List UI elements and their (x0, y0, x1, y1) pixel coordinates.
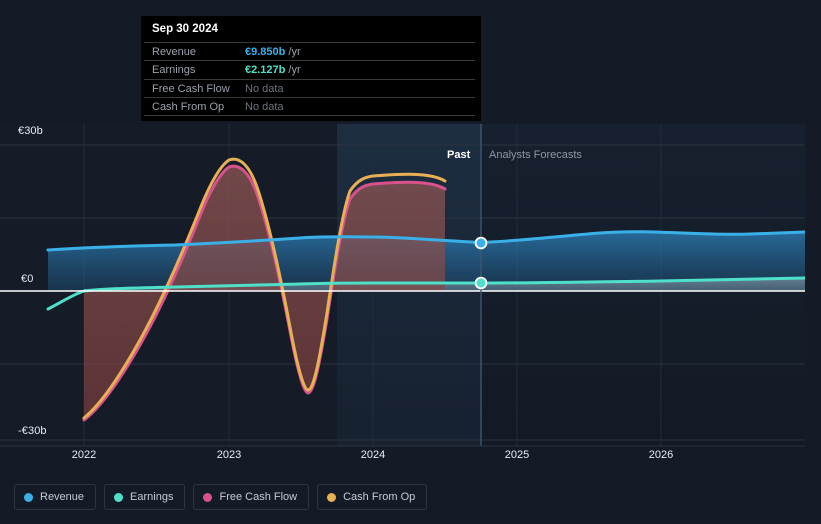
tooltip-label-free-cash-flow: Free Cash Flow (152, 82, 230, 95)
legend-swatch-earnings-icon (114, 492, 124, 502)
legend-item-revenue[interactable]: Revenue (14, 484, 97, 510)
tooltip-row-earnings: Earnings €2.127b /yr (144, 60, 475, 78)
tooltip-value-revenue: €9.850b /yr (245, 46, 301, 58)
x-axis-label-2024: 2024 (360, 449, 386, 461)
chart-legend: Revenue Earnings Free Cash Flow Cash Fro… (14, 484, 428, 510)
legend-label-cash-from-op: Cash From Op (343, 491, 416, 503)
legend-label-revenue: Revenue (40, 491, 85, 503)
tooltip-label-cash-from-op: Cash From Op (152, 100, 225, 113)
legend-item-earnings[interactable]: Earnings (104, 484, 186, 510)
legend-swatch-revenue-icon (24, 492, 33, 502)
x-axis-label-2025: 2025 (504, 449, 530, 461)
legend-swatch-free-cash-flow-icon (203, 492, 213, 502)
legend-item-cash-from-op[interactable]: Cash From Op (317, 484, 428, 510)
tooltip-label-earnings: Earnings (152, 64, 196, 77)
tooltip-value-earnings: €2.127b /yr (245, 64, 301, 76)
legend-label-earnings: Earnings (130, 491, 174, 503)
tooltip-value-revenue-suffix: /yr (285, 46, 301, 58)
x-axis-label-2023: 2023 (216, 449, 242, 461)
hover-marker-earnings[interactable] (474, 276, 488, 290)
hover-marker-revenue[interactable] (474, 236, 488, 250)
tooltip-value-earnings-suffix: /yr (285, 64, 301, 77)
legend-swatch-cash-from-op-icon (327, 492, 337, 502)
legend-item-free-cash-flow[interactable]: Free Cash Flow (193, 484, 310, 510)
y-axis-label-bottom: -€30b (18, 425, 47, 437)
financial-chart: €30b €0 -€30b 2022 2023 2024 2025 2026 P… (0, 0, 821, 524)
chart-tooltip: Sep 30 2024 Revenue €9.850b /yr Earnings… (141, 16, 481, 121)
x-axis-label-2022: 2022 (71, 449, 97, 461)
legend-label-free-cash-flow: Free Cash Flow (219, 491, 298, 503)
y-axis-label-top: €30b (18, 125, 43, 137)
tooltip-rows: Revenue €9.850b /yr Earnings €2.127b /yr… (144, 42, 475, 117)
past-segment-label: Past (447, 149, 471, 161)
forecast-segment-label: Analysts Forecasts (489, 149, 582, 161)
tooltip-row-revenue: Revenue €9.850b /yr (144, 42, 475, 60)
tooltip-value-earnings-number: €2.127b (245, 64, 286, 77)
tooltip-value-revenue-number: €9.850b (245, 46, 286, 58)
tooltip-date: Sep 30 2024 (152, 23, 218, 35)
tooltip-label-revenue: Revenue (152, 46, 197, 58)
tooltip-row-cash-from-op: Cash From Op No data (144, 96, 475, 117)
y-axis-label-zero: €0 (21, 273, 34, 285)
x-axis-label-2026: 2026 (648, 449, 674, 461)
tooltip-value-cash-from-op: No data (245, 100, 284, 113)
tooltip-row-free-cash-flow: Free Cash Flow No data (144, 78, 475, 97)
tooltip-value-free-cash-flow: No data (245, 82, 284, 95)
